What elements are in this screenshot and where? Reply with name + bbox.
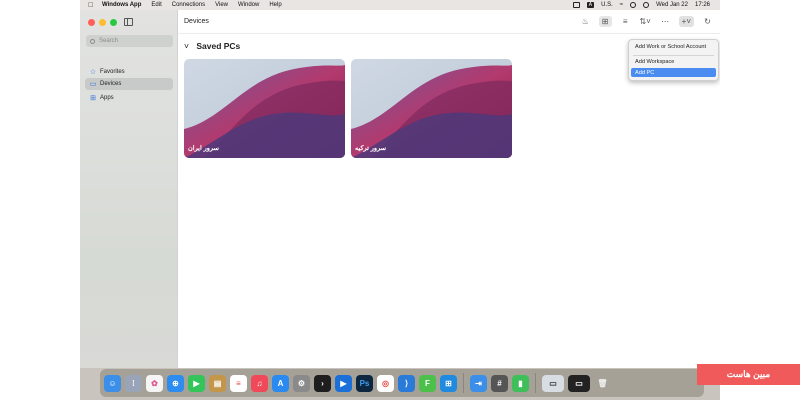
siri-icon[interactable]: [643, 2, 650, 8]
sidebar-item-label: Apps: [100, 95, 114, 101]
sort-icon[interactable]: ⇅˅: [639, 16, 652, 27]
sidebar: Search ☆ Favorites ▭ Devices ⊞ Apps: [80, 10, 178, 368]
pc-name: سرور ترکیه: [355, 145, 387, 152]
more-options-icon[interactable]: ⋯: [659, 16, 672, 27]
grid-status-icon[interactable]: [572, 2, 580, 8]
search-icon: [90, 38, 95, 44]
sidebar-item-favorites[interactable]: ☆ Favorites: [85, 66, 173, 78]
menu-item-add-work-account[interactable]: Add Work or School Account: [631, 42, 716, 51]
sidebar-item-label: Devices: [100, 81, 122, 87]
input-source-icon[interactable]: A: [586, 2, 595, 8]
windows-app-window: Search ☆ Favorites ▭ Devices ⊞ Apps Devi…: [80, 10, 720, 368]
add-button[interactable]: + ˅: [678, 16, 694, 27]
menu-item-add-pc[interactable]: Add PC: [631, 68, 716, 77]
dock-separator: [535, 373, 536, 393]
sidebar-toggle-icon[interactable]: [124, 18, 133, 26]
reminders-icon[interactable]: ≡: [230, 374, 247, 392]
menu-app-name[interactable]: Windows App: [102, 2, 141, 8]
refresh-icon[interactable]: ↻: [701, 16, 714, 27]
apple-menu-icon[interactable]: : [88, 2, 96, 9]
screenshot-icon[interactable]: ▭: [568, 374, 590, 392]
chart-app-icon[interactable]: ▮: [512, 374, 529, 392]
apps-grid-icon: ⊞: [90, 94, 96, 102]
sidebar-item-apps[interactable]: ⊞ Apps: [85, 92, 173, 104]
menu-connections[interactable]: Connections: [172, 2, 205, 8]
wifi-icon[interactable]: ≈: [620, 2, 623, 8]
windows-app-icon[interactable]: ⊞: [440, 374, 457, 392]
menu-separator: [633, 55, 714, 56]
terminal-icon[interactable]: ›: [314, 374, 331, 392]
section-title: Saved PCs: [196, 41, 241, 51]
trash-icon[interactable]: 🗑: [594, 375, 611, 392]
facetime-icon[interactable]: ▶: [188, 374, 205, 392]
input-source-label: U.S.: [601, 2, 613, 8]
menu-window[interactable]: Window: [238, 2, 259, 8]
window-controls: [88, 19, 117, 26]
menu-help[interactable]: Help: [269, 2, 281, 8]
safari-icon[interactable]: ⊕: [167, 374, 184, 392]
menu-view[interactable]: View: [215, 2, 228, 8]
dock-separator: [463, 373, 464, 393]
add-dropdown-menu: Add Work or School Account Add Workspace…: [628, 39, 719, 81]
prime-video-icon[interactable]: ▶: [335, 374, 352, 392]
dock: ☺ ⁞ ✿ ⊕ ▶ ▤ ≡ ♫ A ⚙ › ▶ Ps ◎ ⟩ F ⊞ ⇥ # ▮…: [100, 369, 704, 397]
page-title: Devices: [184, 18, 209, 25]
calculator-icon[interactable]: #: [491, 374, 508, 392]
preview-icon[interactable]: ▭: [542, 374, 564, 392]
chevron-down-icon: ˅: [184, 41, 189, 51]
photos-icon[interactable]: ✿: [146, 374, 163, 392]
books-icon[interactable]: ▤: [209, 374, 226, 392]
bell-icon[interactable]: ♨: [579, 16, 592, 27]
photoshop-icon[interactable]: Ps: [356, 374, 373, 392]
monitor-icon: ▭: [89, 80, 97, 88]
toolbar: Devices ♨ ⊞ ≡ ⇅˅ ⋯ + ˅ ↻: [178, 10, 720, 34]
control-center-icon[interactable]: [630, 2, 637, 8]
launchpad-icon[interactable]: ⁞: [125, 374, 142, 392]
search-field[interactable]: Search: [86, 35, 173, 47]
menu-date[interactable]: Wed Jan 22: [656, 2, 688, 8]
star-icon: ☆: [89, 68, 97, 76]
sidebar-item-devices[interactable]: ▭ Devices: [85, 78, 173, 90]
menu-bar:  Windows App Edit Connections View Wind…: [80, 0, 720, 10]
watermark-text: مبین هاست: [726, 369, 771, 379]
section-header[interactable]: ˅ Saved PCs: [184, 41, 240, 51]
app-store-icon[interactable]: A: [272, 374, 289, 392]
menu-item-add-workspace[interactable]: Add Workspace: [631, 57, 716, 66]
menu-edit[interactable]: Edit: [151, 2, 161, 8]
menu-time[interactable]: 17:26: [695, 2, 710, 8]
sidebar-item-label: Favorites: [100, 69, 125, 75]
desktop:  Windows App Edit Connections View Wind…: [80, 0, 720, 400]
numbers-icon[interactable]: F: [419, 374, 436, 392]
plus-icon: +: [681, 17, 687, 26]
list-view-icon[interactable]: ≡: [619, 16, 632, 27]
pc-card[interactable]: سرور ایران: [184, 59, 345, 158]
system-settings-icon[interactable]: ⚙: [293, 374, 310, 392]
search-placeholder: Search: [99, 38, 119, 44]
watermark-logo: مبین هاست: [697, 364, 800, 385]
vscode-icon[interactable]: ⟩: [398, 374, 415, 392]
grid-view-icon[interactable]: ⊞: [598, 16, 612, 27]
minimize-window-button[interactable]: [99, 19, 106, 26]
music-icon[interactable]: ♫: [251, 374, 268, 392]
finder-icon[interactable]: ☺: [104, 374, 121, 392]
pc-name: سرور ایران: [188, 145, 219, 152]
zoom-window-button[interactable]: [110, 19, 117, 26]
chrome-icon[interactable]: ◎: [377, 374, 394, 392]
migration-icon[interactable]: ⇥: [470, 374, 487, 392]
close-window-button[interactable]: [88, 19, 95, 26]
pc-card[interactable]: سرور ترکیه: [351, 59, 512, 158]
